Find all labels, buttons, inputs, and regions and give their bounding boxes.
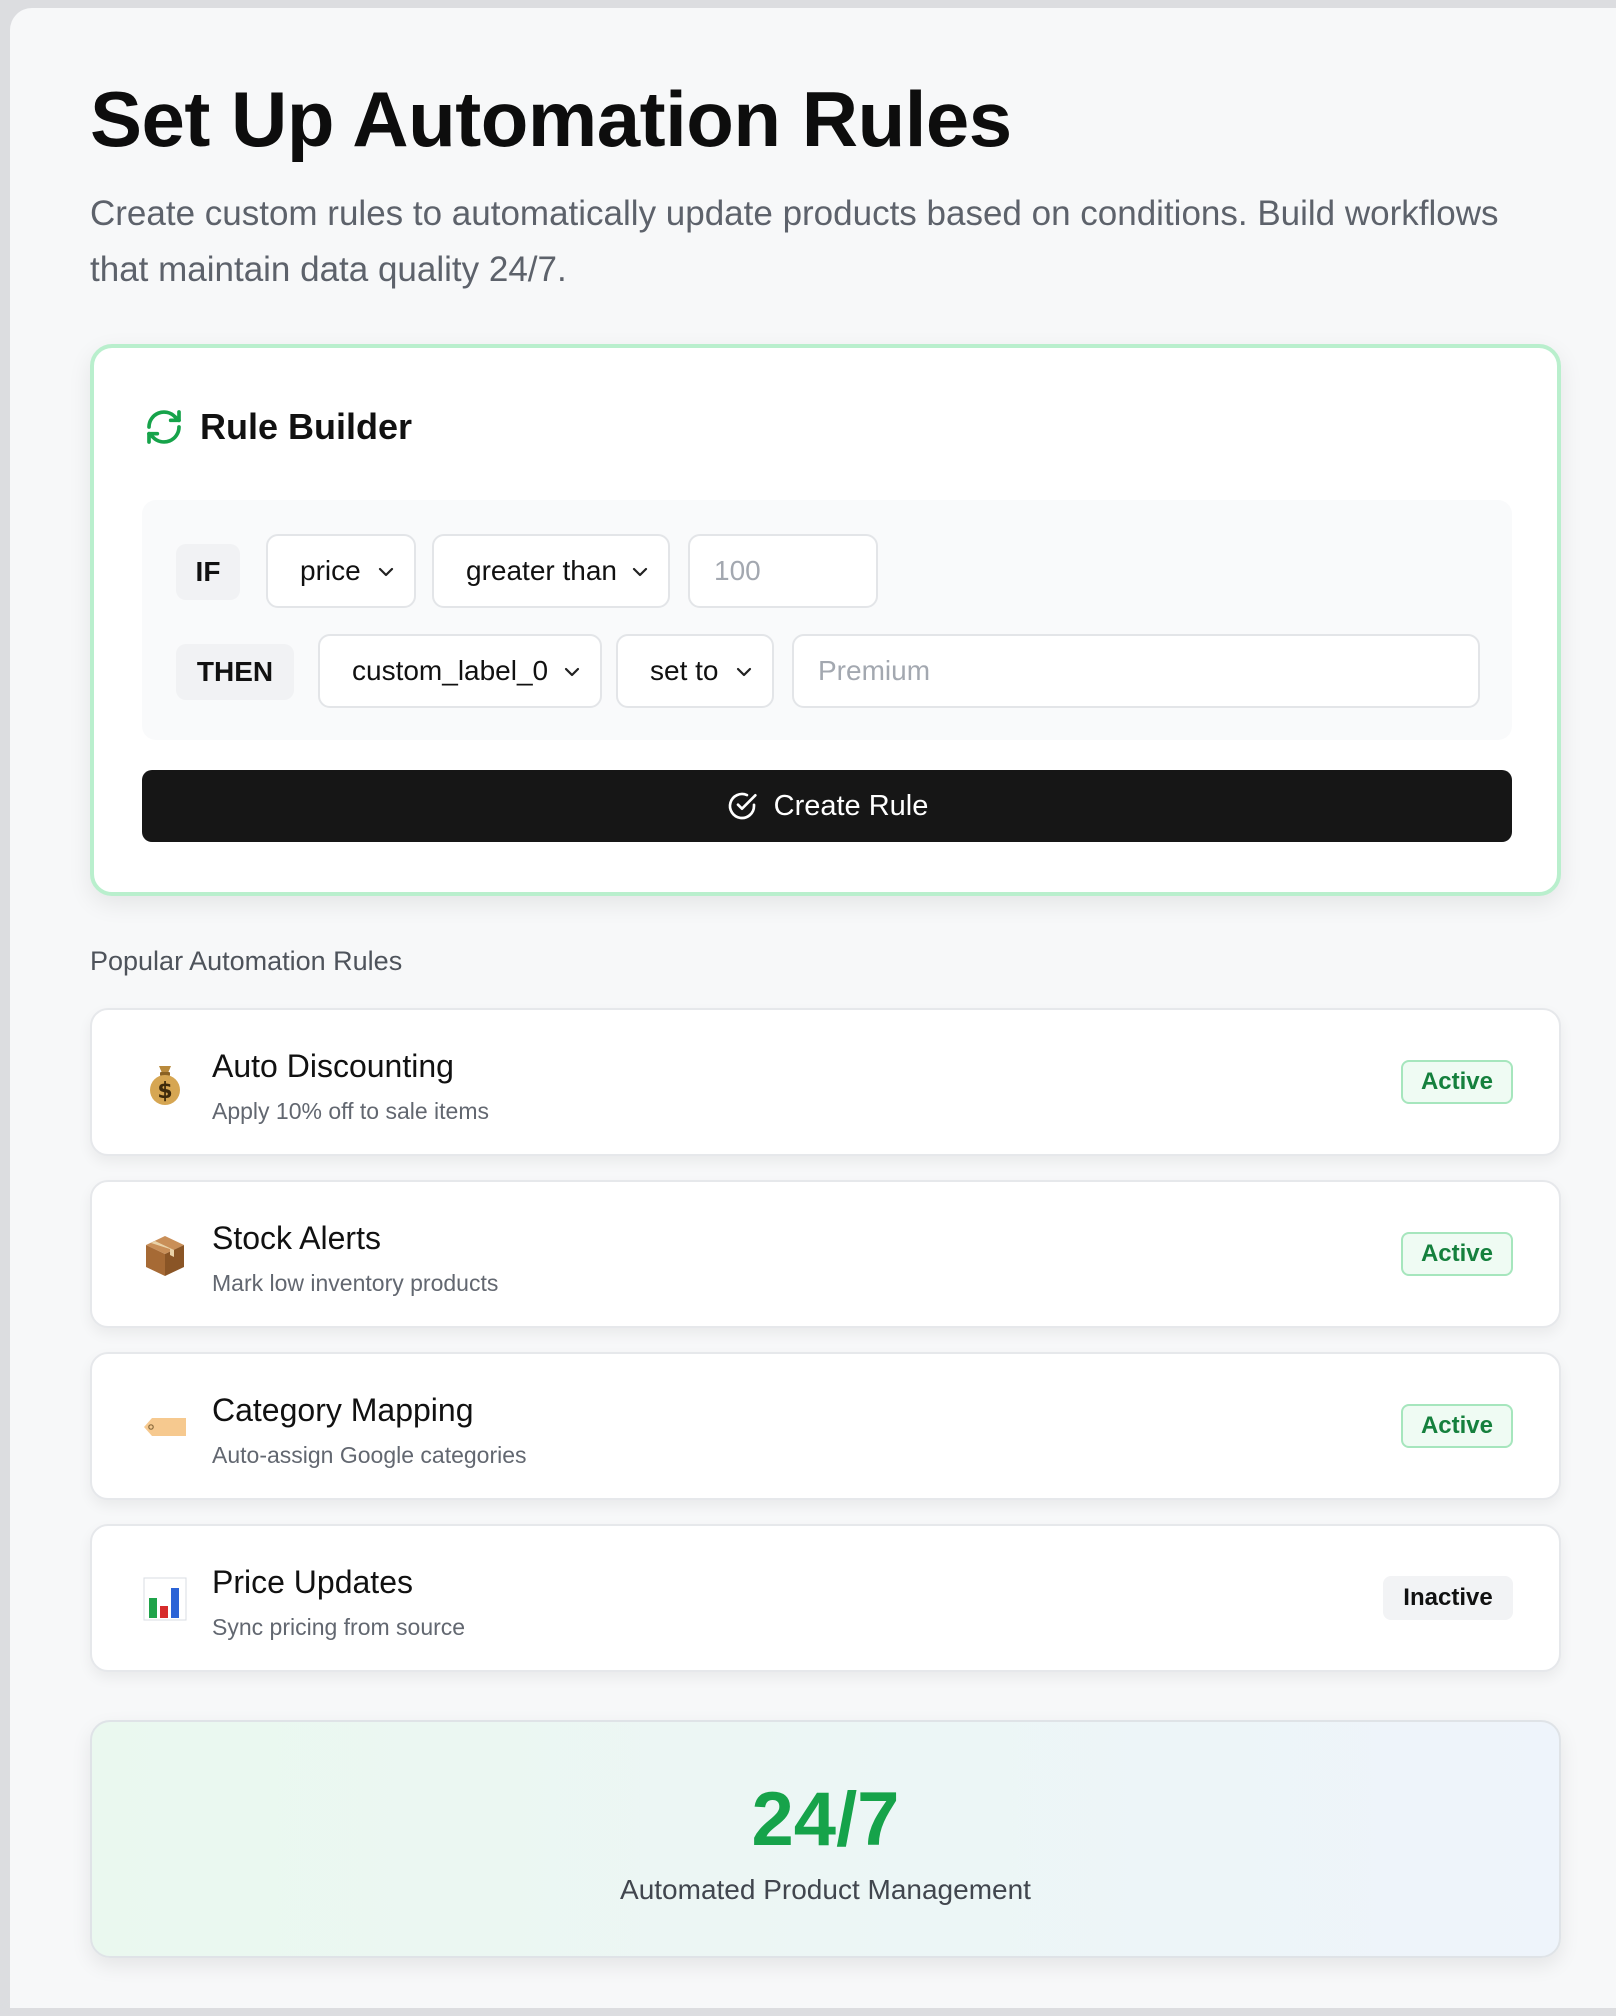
- money-bag-icon: $: [150, 1066, 180, 1105]
- chevron-down-icon: [564, 667, 580, 677]
- condition-operator-select[interactable]: greater than: [432, 534, 670, 608]
- stat-label: Automated Product Management: [620, 1874, 1031, 1905]
- rule-description: Mark low inventory products: [212, 1270, 499, 1296]
- rule-name: Category Mapping: [212, 1392, 474, 1428]
- action-value-input[interactable]: Premium: [792, 634, 1480, 708]
- chevron-down-icon: [736, 667, 752, 677]
- rule-card-price-updates[interactable]: Price Updates Sync pricing from source I…: [90, 1524, 1561, 1672]
- create-rule-label: Create Rule: [773, 789, 929, 822]
- rule-name: Stock Alerts: [212, 1220, 381, 1256]
- rule-builder-title: Rule Builder: [200, 406, 413, 447]
- svg-text:$: $: [157, 1079, 172, 1104]
- rule-description: Apply 10% off to sale items: [212, 1098, 489, 1124]
- status-badge: Inactive: [1383, 1576, 1513, 1620]
- page-description: Create custom rules to automatically upd…: [90, 194, 1499, 289]
- check-circle-icon: [728, 792, 757, 820]
- tag-icon: [144, 1418, 186, 1436]
- rule-name: Price Updates: [212, 1564, 413, 1600]
- rule-description: Sync pricing from source: [212, 1614, 466, 1640]
- stat-value: 24/7: [751, 1777, 900, 1862]
- condition-field-value: price: [300, 555, 361, 586]
- status-badge: Active: [1401, 1404, 1513, 1448]
- action-field-select[interactable]: custom_label_0: [318, 634, 602, 708]
- rule-name: Auto Discounting: [212, 1048, 454, 1084]
- rule-card-stock-alerts[interactable]: Stock Alerts Mark low inventory products…: [90, 1180, 1561, 1328]
- rule-builder-card: Rule Builder IF price greater than 100 T…: [90, 344, 1561, 896]
- rule-card-category-mapping[interactable]: Category Mapping Auto-assign Google cate…: [90, 1352, 1561, 1500]
- bar-chart-icon: [143, 1577, 187, 1621]
- rule-builder-header: Rule Builder: [144, 406, 412, 448]
- action-field-value: custom_label_0: [352, 655, 549, 686]
- condition-field-select[interactable]: price: [266, 534, 416, 608]
- page-title: Set Up Automation Rules: [90, 75, 1012, 163]
- condition-value-input[interactable]: 100: [688, 534, 878, 608]
- status-badge: Active: [1401, 1232, 1513, 1276]
- popular-rules-heading: Popular Automation Rules: [90, 946, 403, 976]
- chevron-down-icon: [632, 567, 648, 577]
- create-rule-button[interactable]: Create Rule: [142, 770, 1512, 842]
- package-icon: [146, 1236, 184, 1276]
- chevron-down-icon: [378, 567, 394, 577]
- condition-operator-value: greater than: [466, 555, 617, 586]
- status-badge: Active: [1401, 1060, 1513, 1104]
- if-label: IF: [176, 544, 240, 600]
- action-operator-value: set to: [650, 655, 719, 686]
- rule-description: Auto-assign Google categories: [212, 1442, 527, 1468]
- then-label: THEN: [176, 644, 294, 700]
- action-operator-select[interactable]: set to: [616, 634, 774, 708]
- rule-builder-form: IF price greater than 100 THEN custom_la…: [142, 500, 1512, 740]
- rule-card-auto-discounting[interactable]: $ Auto Discounting Apply 10% off to sale…: [90, 1008, 1561, 1156]
- refresh-icon: [147, 410, 181, 444]
- page-frame: Set Up Automation Rules Create custom ru…: [10, 8, 1616, 2008]
- stat-card: 24/7 Automated Product Management: [90, 1720, 1561, 1958]
